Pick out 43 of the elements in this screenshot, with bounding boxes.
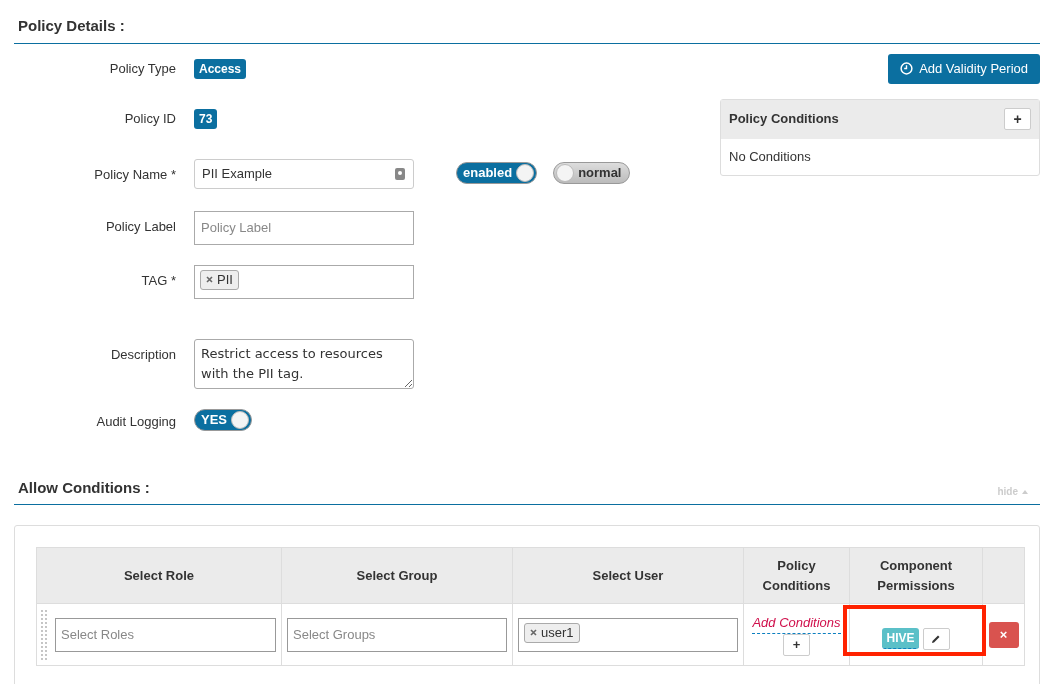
- description-field[interactable]: Restrict access to resources with the PII tag.: [194, 338, 414, 389]
- column-header: Select User: [512, 547, 744, 604]
- clock-icon: [900, 62, 914, 75]
- pencil-icon: [931, 633, 941, 644]
- panel-title: Policy Conditions: [729, 110, 839, 129]
- value-badge: 73: [194, 108, 218, 129]
- users-field[interactable]: user1: [518, 617, 738, 652]
- field-label: Description: [110, 345, 176, 364]
- remove-icon[interactable]: [206, 276, 213, 283]
- user-chip: user1: [524, 622, 580, 643]
- column-header: Component Permissions: [849, 547, 983, 604]
- toggle-switch[interactable]: normal: [553, 161, 631, 184]
- contact-card-icon: [394, 166, 406, 181]
- empty-conditions-text: No Conditions: [729, 147, 811, 166]
- add-condition-button[interactable]: +: [783, 633, 810, 656]
- field-label: Policy Type: [109, 59, 176, 78]
- field-label: Policy ID: [124, 109, 176, 128]
- section-title: Allow Conditions :: [18, 477, 150, 498]
- field-label: TAG *: [141, 271, 176, 290]
- tag-chip: PII: [200, 269, 239, 290]
- add-conditions-link[interactable]: Add Conditions: [752, 613, 841, 634]
- value-badge: Access: [194, 58, 247, 79]
- remove-icon[interactable]: [530, 629, 537, 636]
- column-header: Select Group: [281, 547, 513, 604]
- add-condition-button[interactable]: +: [1004, 108, 1031, 130]
- field-label: Policy Label: [105, 217, 176, 236]
- edit-button[interactable]: [922, 627, 950, 650]
- field-label: Policy Name *: [94, 165, 176, 184]
- delete-button[interactable]: ×: [988, 621, 1019, 648]
- toggle-switch[interactable]: YES: [194, 408, 252, 431]
- text-field[interactable]: PII Example: [194, 158, 414, 189]
- roles-field[interactable]: Select Roles: [55, 617, 276, 652]
- add-validity-period-button[interactable]: Add Validity Period: [888, 53, 1040, 84]
- section-title: Policy Details :: [18, 16, 126, 36]
- drag-handle-icon[interactable]: [41, 608, 47, 661]
- column-header: Policy Conditions: [743, 547, 850, 604]
- tag-field[interactable]: PII: [194, 264, 414, 299]
- column-header: Select Role: [36, 547, 282, 604]
- field-label: Audit Logging: [96, 412, 176, 431]
- groups-field[interactable]: Select Groups: [287, 617, 507, 652]
- text-field[interactable]: Policy Label: [194, 210, 414, 245]
- caret-up-icon: [1022, 489, 1028, 494]
- toggle-switch[interactable]: enabled: [456, 161, 538, 184]
